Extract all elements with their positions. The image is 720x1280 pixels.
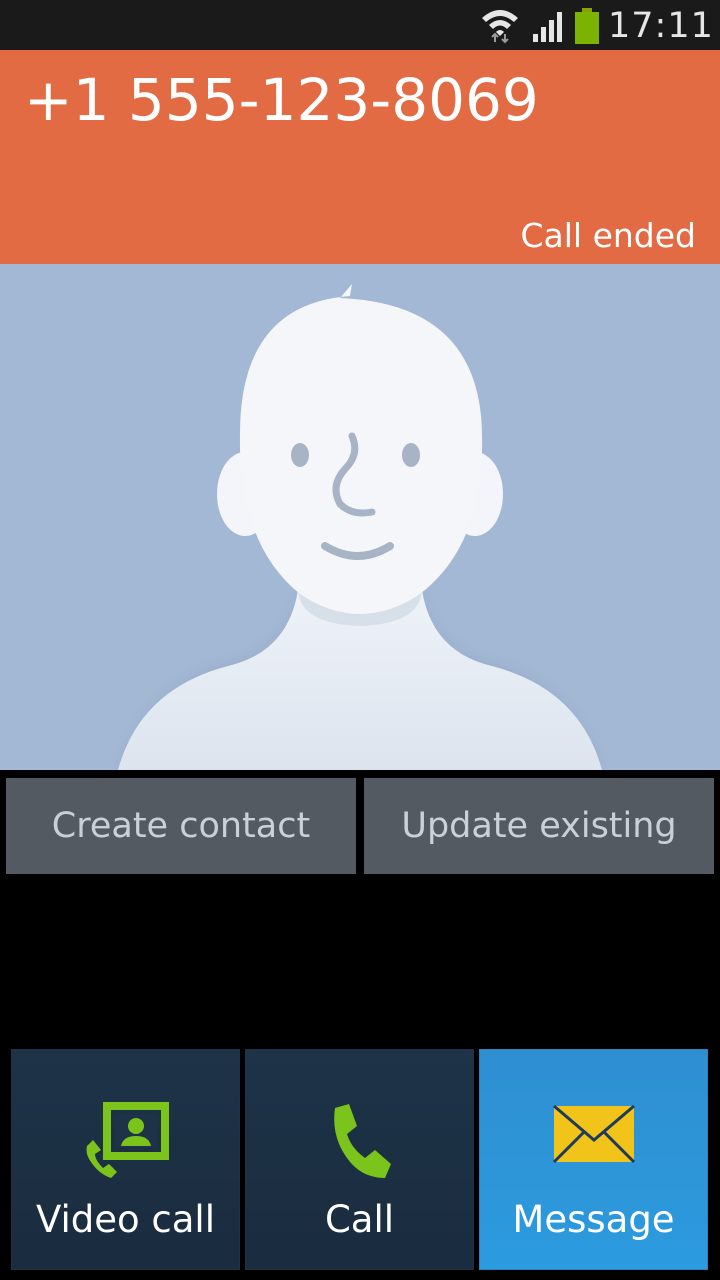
wifi-icon	[482, 10, 518, 44]
video-call-label: Video call	[35, 1198, 215, 1241]
clock: 17:11	[608, 6, 714, 46]
video-call-icon	[86, 1102, 169, 1178]
contact-photo	[0, 264, 720, 770]
video-call-button[interactable]: Video call	[11, 1049, 240, 1270]
call-header: +1 555-123-8069 Call ended	[0, 50, 720, 264]
battery-icon	[575, 8, 599, 44]
signal-icon	[533, 12, 562, 42]
update-existing-button[interactable]: Update existing	[364, 778, 714, 874]
create-contact-button[interactable]: Create contact	[6, 778, 356, 874]
phone-number: +1 555-123-8069	[24, 66, 539, 134]
status-bar: 17:11	[0, 0, 720, 50]
envelope-icon	[552, 1104, 635, 1164]
call-status: Call ended	[520, 216, 696, 255]
message-label: Message	[512, 1198, 675, 1241]
default-avatar-icon	[118, 284, 602, 770]
phone-icon	[333, 1104, 391, 1178]
call-label: Call	[324, 1198, 395, 1241]
call-button[interactable]: Call	[245, 1049, 474, 1270]
message-button[interactable]: Message	[479, 1049, 708, 1270]
